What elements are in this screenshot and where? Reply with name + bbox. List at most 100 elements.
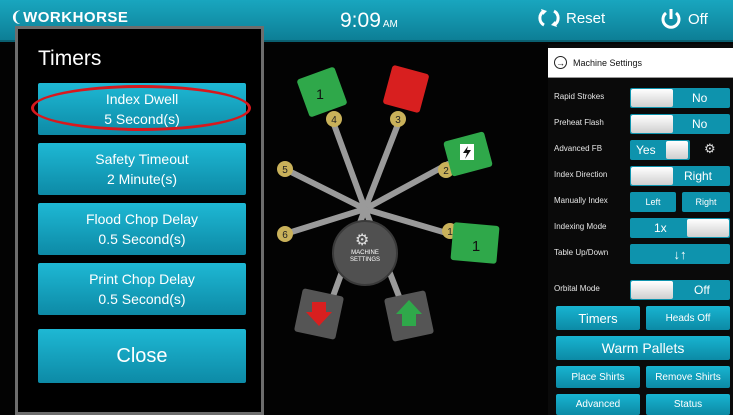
preheat-flash-value: No: [692, 117, 708, 131]
timers-button-label: Timers: [578, 310, 618, 326]
place-shirts-button[interactable]: Place Shirts: [556, 366, 640, 388]
remove-shirts-button[interactable]: Remove Shirts: [646, 366, 730, 388]
svg-text:1: 1: [472, 238, 480, 255]
head-5-marker[interactable]: 5: [277, 161, 293, 177]
orbital-mode-toggle[interactable]: Off: [630, 280, 730, 300]
svg-text:6: 6: [282, 230, 288, 241]
machine-settings-title: Machine Settings: [573, 57, 643, 68]
manually-index-right-button[interactable]: Right: [682, 192, 730, 212]
safety-timeout-button[interactable]: Safety Timeout 2 Minute(s): [38, 143, 246, 195]
preheat-flash-label: Preheat Flash: [554, 118, 604, 127]
close-label: Close: [116, 344, 168, 367]
place-shirts-label: Place Shirts: [571, 371, 625, 383]
logo-mark-icon: ❨: [10, 9, 24, 26]
advanced-button[interactable]: Advanced: [556, 394, 640, 415]
warm-pallets-label: Warm Pallets: [601, 340, 685, 356]
flood-chop-delay-button[interactable]: Flood Chop Delay 0.5 Second(s): [38, 203, 246, 255]
logo-text: WORKHORSE: [23, 9, 129, 26]
table-updown-button[interactable]: ↓↑: [630, 244, 730, 264]
rapid-strokes-row: Rapid Strokes No: [548, 86, 733, 110]
close-button[interactable]: Close: [38, 329, 246, 383]
head-3-marker[interactable]: 3: [390, 111, 406, 127]
manually-index-left-button[interactable]: Left: [630, 192, 676, 212]
manually-index-label: Manually Index: [554, 196, 608, 205]
print-chop-delay-label: Print Chop Delay: [89, 271, 195, 287]
head-4-marker[interactable]: 4: [326, 111, 342, 127]
warm-pallets-button[interactable]: Warm Pallets: [556, 336, 730, 360]
print-chop-delay-value: 0.5 Second(s): [98, 291, 186, 307]
clock-time: 9:09: [340, 9, 381, 32]
safety-timeout-value: 2 Minute(s): [106, 171, 178, 187]
index-direction-value: Right: [684, 169, 713, 183]
toggle-knob: [631, 115, 673, 133]
toggle-knob: [631, 281, 673, 299]
svg-text:3: 3: [395, 115, 401, 126]
toggle-knob: [666, 141, 688, 159]
left-label: Left: [645, 197, 661, 207]
reset-icon: [538, 9, 560, 27]
rapid-strokes-label: Rapid Strokes: [554, 92, 605, 101]
screen: ❨WORKHORSE 9:09 AM Reset Off 4 3 2 1 5 6…: [0, 0, 733, 415]
advanced-fb-row: Advanced FB Yes ⚙: [548, 138, 733, 162]
safety-timeout-label: Safety Timeout: [95, 151, 189, 167]
toggle-knob: [687, 219, 729, 237]
index-direction-row: Index Direction Right: [548, 164, 733, 188]
svg-text:4: 4: [331, 115, 337, 126]
preheat-flash-row: Preheat Flash No: [548, 112, 733, 136]
workhorse-logo: ❨WORKHORSE: [10, 8, 128, 26]
rapid-strokes-toggle[interactable]: No: [630, 88, 730, 108]
svg-text:5: 5: [282, 165, 288, 176]
highlight-oval: [31, 85, 251, 131]
svg-text:2: 2: [443, 166, 449, 177]
pallet-head-4[interactable]: 1: [296, 66, 347, 117]
pallet-head-1[interactable]: 1: [450, 222, 500, 264]
preheat-flash-toggle[interactable]: No: [630, 114, 730, 134]
print-chop-delay-button[interactable]: Print Chop Delay 0.5 Second(s): [38, 263, 246, 315]
gear-settings-icon[interactable]: ⚙: [704, 141, 716, 157]
hub-label-2: SETTINGS: [349, 257, 380, 263]
table-updown-row: Table Up/Down ↓↑: [548, 242, 733, 266]
heads-off-label: Heads Off: [665, 312, 711, 324]
indexing-mode-label: Indexing Mode: [554, 222, 607, 231]
index-direction-toggle[interactable]: Right: [630, 166, 730, 186]
indexing-mode-toggle[interactable]: 1x: [630, 218, 730, 238]
clock-ampm: AM: [382, 19, 398, 30]
arrow-right-icon: →: [554, 56, 567, 69]
updown-arrows-icon: ↓↑: [673, 246, 687, 262]
flood-chop-delay-value: 0.5 Second(s): [98, 231, 186, 247]
toggle-knob: [631, 89, 673, 107]
off-button[interactable]: Off: [660, 8, 708, 30]
advanced-fb-value: Yes: [636, 143, 656, 157]
pallet-head-up[interactable]: [384, 290, 434, 342]
manually-index-row: Manually Index Left Right: [548, 190, 733, 214]
heads-off-button[interactable]: Heads Off: [646, 306, 730, 330]
svg-text:1: 1: [447, 227, 453, 238]
pallet-head-3[interactable]: [382, 65, 429, 113]
rapid-strokes-value: No: [692, 91, 708, 105]
svg-text:1: 1: [316, 86, 324, 102]
clock: 9:09 AM: [340, 9, 398, 33]
table-updown-label: Table Up/Down: [554, 248, 609, 257]
orbital-mode-row: Orbital Mode Off: [548, 278, 733, 302]
orbital-mode-value: Off: [694, 283, 710, 297]
hub-label-1: MACHINE: [351, 250, 379, 256]
indexing-mode-row: Indexing Mode 1x: [548, 216, 733, 240]
timers-button[interactable]: Timers: [556, 306, 640, 330]
pallet-head-down[interactable]: [294, 288, 344, 340]
indexing-mode-value: 1x: [654, 221, 667, 235]
reset-label: Reset: [566, 9, 606, 27]
orbital-mode-label: Orbital Mode: [554, 284, 600, 293]
status-button[interactable]: Status: [646, 394, 730, 415]
toggle-knob: [631, 167, 673, 185]
flood-chop-delay-label: Flood Chop Delay: [85, 211, 199, 227]
advanced-label: Advanced: [575, 399, 621, 410]
gear-icon: ⚙: [355, 232, 370, 249]
advanced-fb-toggle[interactable]: Yes: [630, 140, 690, 160]
off-label: Off: [688, 10, 708, 28]
head-6-marker[interactable]: 6: [277, 226, 293, 242]
right-label: Right: [695, 197, 717, 207]
machine-settings-hub[interactable]: ⚙ MACHINE SETTINGS: [332, 220, 398, 286]
reset-button[interactable]: Reset: [538, 8, 605, 28]
machine-settings-header[interactable]: → Machine Settings: [548, 48, 733, 78]
pallet-head-2[interactable]: [443, 131, 493, 177]
